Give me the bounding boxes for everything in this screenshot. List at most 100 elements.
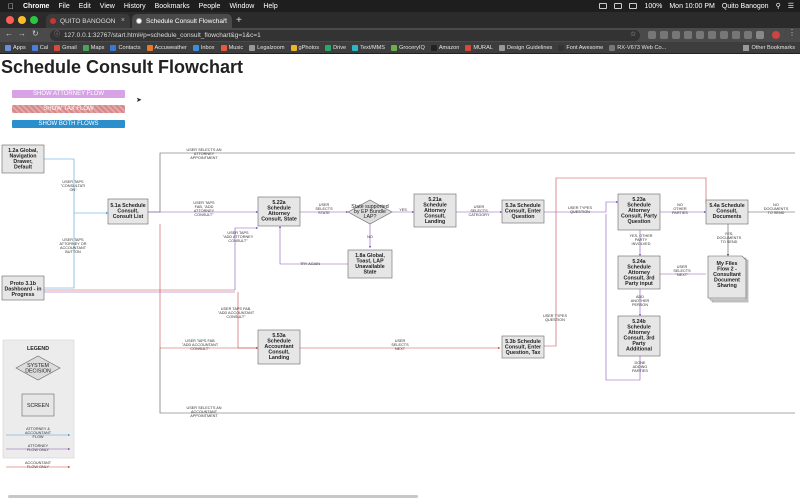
volume-icon[interactable] [629,3,638,9]
extension-icon[interactable] [660,31,668,39]
favicon-icon [50,18,56,24]
node-consult-list[interactable]: 5.1a Schedule Consult, Consult List [107,198,149,225]
forward-icon[interactable]: → [18,29,26,38]
menu-edit[interactable]: Edit [79,3,91,10]
extension-icon[interactable] [720,31,728,39]
bookmark-font-awesome[interactable]: Font Awesome [558,44,603,51]
node-third-party-additional[interactable]: 5.24b Schedule Attorney Consult, 3rd Party Ad… [617,315,661,357]
extension-icon[interactable] [756,31,764,39]
edge-label: USER TYPES QUESTION [543,314,567,322]
inbox-icon [192,44,199,51]
apple-icon[interactable]:  [8,2,14,11]
address-bar[interactable]: ⓘ 127.0.0.1:32767/start.html#p=schedule_… [50,30,640,41]
close-window-icon[interactable] [6,16,14,24]
node-party-question[interactable]: 5.23a Schedule Attorney Consult, Party Quest… [617,193,661,231]
tab-quito-banogon[interactable]: QUITO BANOGON × [46,14,130,28]
tab-schedule-consult-flowchart[interactable]: Schedule Consult Flowchart × [132,14,232,28]
menu-list-icon[interactable]: ☰ [788,2,794,10]
legend-title: LEGEND [27,346,49,352]
bookmark-rx-v673[interactable]: RX-V673 Web Co... [609,44,666,51]
page-content: Schedule Consult Flowchart SHOW ATTORNEY… [0,54,800,500]
edge-labels: USER SELECTS AN ATTORNEY APPOINTMENT USER … [59,148,788,418]
node-proto-dashboard[interactable]: Proto 3.1b Dashboard - in Progress [1,275,45,301]
bookmark-mural[interactable]: MURAL [465,44,493,51]
node-enter-question-tax[interactable]: 5.3b Schedule Consult, Enter Question, Tax [501,335,545,359]
edge-label: DONE ADDING PARTIES [632,361,648,373]
node-accountant-landing[interactable]: 5.53a Schedule Accountant Consult, Landing [257,329,301,365]
bookmark-gmail[interactable]: Gmail [54,44,77,51]
back-icon[interactable]: ← [5,29,13,38]
node-attorney-landing[interactable]: 5.21a Schedule Attorney Consult, Landing [413,193,457,228]
bookmark-amazon[interactable]: Amazon [430,44,459,51]
extension-icon[interactable] [696,31,704,39]
extension-icon[interactable] [732,31,740,39]
more-menu-icon[interactable]: ⋮ [788,28,796,37]
bookmark-cal[interactable]: Cal [31,44,48,51]
folder-icon [743,45,750,51]
user-name[interactable]: Quito Banogon [722,3,769,10]
node-lap-unavailable[interactable]: 1.8a Global, Toast, LAP Unavailable State [347,249,393,279]
extension-icon[interactable] [744,31,752,39]
edge-label: NO OTHER PARTIES [672,203,688,215]
node-documents[interactable]: 5.4a Schedule Consult, Documents [705,199,749,225]
node-enter-question[interactable]: 5.3a Schedule Consult, Enter Question [501,199,545,224]
extension-icon[interactable] [672,31,680,39]
battery-percent[interactable]: 100% [644,3,662,10]
bookmark-gphotos[interactable]: gPhotos [290,44,319,51]
drive-icon [325,44,332,51]
bookmark-legalzoom[interactable]: Legalzoom [249,44,285,51]
minimize-window-icon[interactable] [18,16,26,24]
node-attorney-state[interactable]: 5.22a Schedule Attorney Consult, State [257,196,301,227]
wifi-icon[interactable] [614,3,623,9]
menu-people[interactable]: People [199,3,221,10]
menu-view[interactable]: View [100,3,115,10]
extension-icon[interactable] [684,31,692,39]
tab-close-icon[interactable]: × [121,17,125,24]
clock[interactable]: Mon 10:00 PM [669,3,715,10]
browser-toolbar: ← → ↻ ⓘ 127.0.0.1:32767/start.html#p=sch… [0,28,800,42]
node-my-files-documents[interactable]: My Files Flow 2 -Consultant Document Sharin… [707,255,749,303]
bookmark-music[interactable]: Music [220,44,243,51]
favicon-icon [136,18,142,24]
grocery-icon [391,44,398,51]
tab-close-icon[interactable]: × [223,17,227,24]
reload-icon[interactable]: ↻ [32,29,39,38]
folder-icon [249,44,256,51]
node-state-supported-decision[interactable]: State supported by EP Bundle LAP? [347,199,393,225]
profile-avatar[interactable] [772,31,780,39]
bookmark-accuweather[interactable]: Accuweather [146,44,187,51]
bookmark-contacts[interactable]: Contacts [110,44,141,51]
zoom-window-icon[interactable] [30,16,38,24]
dropbox-icon[interactable] [599,3,608,9]
menu-app[interactable]: Chrome [23,3,49,10]
bookmark-inbox[interactable]: Inbox [192,44,215,51]
menu-help[interactable]: Help [263,3,277,10]
bookmark-maps[interactable]: Maps [82,44,104,51]
menu-window[interactable]: Window [229,3,254,10]
search-icon[interactable]: ⚲ [776,2,781,10]
extension-icon[interactable] [648,31,656,39]
legend: LEGEND SYSTEM DECISION SCREEN ATTORNEY & A… [2,339,75,469]
site-info-icon[interactable]: ⓘ [54,30,60,41]
connector-line [159,348,795,414]
node-third-party-input[interactable]: 5.24a Schedule Attorney Consult, 3rd Party i… [617,255,661,290]
node-global-nav[interactable]: 1.2a Global, Navigation Drawer, Default [1,144,45,174]
extension-icon[interactable] [708,31,716,39]
gmail-icon [54,44,61,51]
edge-label: YES, OTHER PARTY INVOLVED [630,234,653,246]
menu-file[interactable]: File [58,3,69,10]
bookmark-design-guidelines[interactable]: Design Guidelines [498,44,552,51]
menu-bookmarks[interactable]: Bookmarks [155,3,190,10]
horizontal-scrollbar[interactable] [8,495,418,498]
bookmark-apps[interactable]: Apps [5,44,26,51]
menu-history[interactable]: History [124,3,146,10]
calendar-icon [31,44,38,51]
bookmark-drive[interactable]: Drive [325,44,346,51]
new-tab-icon[interactable]: + [236,15,242,26]
bookmark-groceryiq[interactable]: GroceryIQ [391,44,425,51]
bookmark-star-icon[interactable]: ☆ [630,30,636,38]
bookmark-text-mms[interactable]: Text/MMS [352,44,385,51]
edge-label: USER SELECTS CATEGORY [469,205,490,217]
address-url: 127.0.0.1:32767/start.html#p=schedule_co… [64,32,261,39]
other-bookmarks[interactable]: Other Bookmarks [743,42,795,54]
